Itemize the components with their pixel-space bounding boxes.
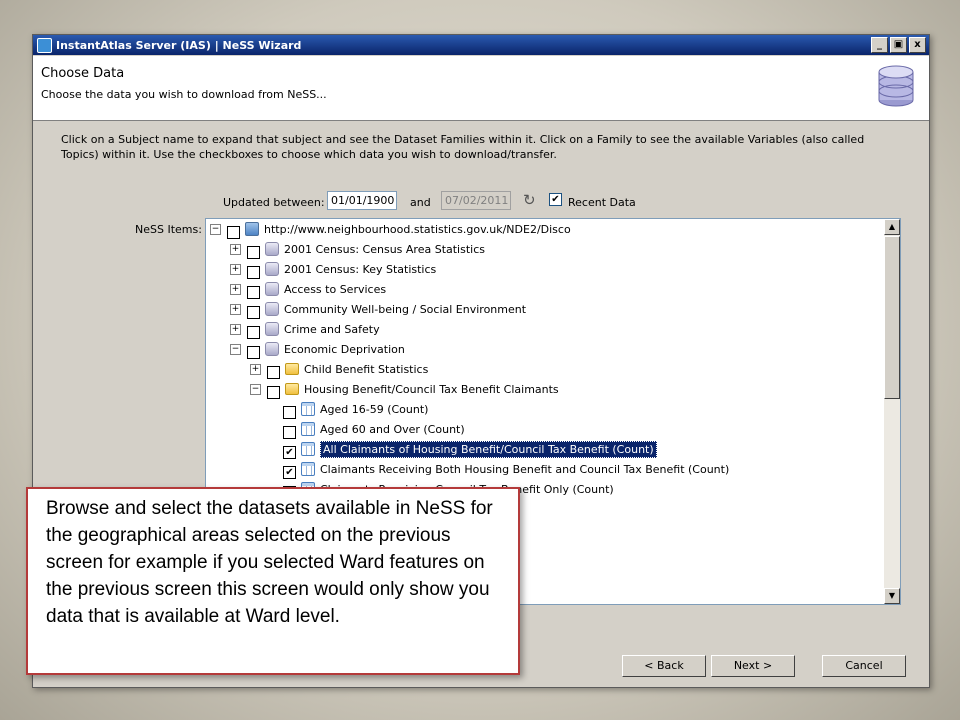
collapse-icon[interactable]: −: [210, 223, 221, 235]
tree-item-label[interactable]: Housing Benefit/Council Tax Benefit Clai…: [304, 383, 559, 396]
recent-data-checkbox[interactable]: ✔: [549, 193, 562, 206]
tree-item-label[interactable]: Claimants Receiving Both Housing Benefit…: [320, 463, 729, 476]
database-icon: [878, 65, 914, 107]
tree-scrollbar[interactable]: ▲ ▼: [884, 219, 900, 604]
restore-button[interactable]: ▣: [890, 37, 907, 53]
tree-item-checkbox[interactable]: [267, 385, 280, 399]
globe-icon: [245, 222, 259, 236]
tree-item[interactable]: ✔ Claimants Receiving Both Housing Benefi…: [268, 459, 729, 479]
tree-item[interactable]: − http://www.neighbourhood.statistics.gov…: [210, 219, 571, 239]
collapse-icon[interactable]: −: [230, 343, 241, 355]
cancel-button[interactable]: Cancel: [822, 655, 906, 677]
date-from-input[interactable]: 01/01/1900: [327, 191, 397, 210]
scroll-up-button[interactable]: ▲: [884, 219, 900, 235]
table-icon: [301, 442, 315, 456]
tree-item-label[interactable]: Aged 60 and Over (Count): [320, 423, 465, 436]
expand-icon[interactable]: +: [230, 243, 241, 255]
tree-item[interactable]: + Community Well-being / Social Environme…: [230, 299, 526, 319]
tree-item-label[interactable]: 2001 Census: Key Statistics: [284, 263, 436, 276]
next-button[interactable]: Next >: [711, 655, 795, 677]
page-subtitle: Choose the data you wish to download fro…: [41, 88, 327, 101]
tree-item-checkbox[interactable]: [247, 245, 260, 259]
db-icon: [265, 262, 279, 276]
expand-icon[interactable]: +: [230, 303, 241, 315]
tree-item[interactable]: + Child Benefit Statistics: [250, 359, 428, 379]
tree-item-checkbox[interactable]: [247, 345, 260, 359]
ness-items-label: NeSS Items:: [135, 223, 202, 236]
recent-data-label: Recent Data: [568, 196, 636, 209]
tree-item-label[interactable]: Access to Services: [284, 283, 386, 296]
table-icon: [301, 422, 315, 436]
tree-item[interactable]: − Housing Benefit/Council Tax Benefit Cla…: [250, 379, 559, 399]
tree-item-checkbox[interactable]: ✔: [283, 465, 296, 479]
tree-item[interactable]: +2001 Census: Key Statistics: [230, 259, 436, 279]
tree-item[interactable]: +2001 Census: Census Area Statistics: [230, 239, 485, 259]
db-icon: [265, 322, 279, 336]
folder-icon: [285, 383, 299, 395]
tree-item-label[interactable]: Crime and Safety: [284, 323, 380, 336]
expand-icon[interactable]: +: [250, 363, 261, 375]
info-callout: Browse and select the datasets available…: [26, 487, 520, 675]
minimize-button[interactable]: _: [871, 37, 888, 53]
tree-item-label[interactable]: Aged 16-59 (Count): [320, 403, 428, 416]
wizard-header: Choose Data Choose the data you wish to …: [33, 56, 929, 121]
tree-item[interactable]: + Access to Services: [230, 279, 386, 299]
tree-item[interactable]: Aged 60 and Over (Count): [268, 419, 465, 439]
tree-item-checkbox[interactable]: [247, 325, 260, 339]
tree-item[interactable]: ✔ All Claimants of Housing Benefit/Counci…: [268, 439, 657, 459]
expand-icon[interactable]: +: [230, 263, 241, 275]
tree-item-checkbox[interactable]: [247, 285, 260, 299]
tree-item-checkbox[interactable]: [283, 425, 296, 439]
expand-icon[interactable]: +: [230, 323, 241, 335]
tree-item-checkbox[interactable]: [247, 265, 260, 279]
tree-item-label[interactable]: http://www.neighbourhood.statistics.gov.…: [264, 223, 571, 236]
db-icon: [265, 302, 279, 316]
tree-item-label[interactable]: Economic Deprivation: [284, 343, 405, 356]
tree-item-label[interactable]: Child Benefit Statistics: [304, 363, 428, 376]
and-label: and: [410, 196, 431, 209]
date-to-input[interactable]: 07/02/2011: [441, 191, 511, 210]
db-icon: [265, 242, 279, 256]
tree-item-label[interactable]: All Claimants of Housing Benefit/Council…: [320, 440, 657, 458]
close-button[interactable]: x: [909, 37, 926, 53]
updated-between-label: Updated between:: [223, 196, 325, 209]
scroll-thumb[interactable]: [884, 236, 900, 399]
window-title: InstantAtlas Server (IAS) | NeSS Wizard: [56, 38, 302, 52]
tree-item-checkbox[interactable]: [267, 365, 280, 379]
table-icon: [301, 462, 315, 476]
expand-icon[interactable]: +: [230, 283, 241, 295]
app-icon: [37, 37, 52, 53]
back-button[interactable]: < Back: [622, 655, 706, 677]
tree-item-checkbox[interactable]: [227, 225, 240, 239]
collapse-icon[interactable]: −: [250, 383, 261, 395]
db-icon: [265, 282, 279, 296]
tree-item-checkbox[interactable]: [283, 405, 296, 419]
tree-item[interactable]: Aged 16-59 (Count): [268, 399, 428, 419]
instructions-text: Click on a Subject name to expand that s…: [61, 133, 865, 161]
db-icon: [265, 342, 279, 356]
tree-item[interactable]: − Economic Deprivation: [230, 339, 405, 359]
scroll-down-button[interactable]: ▼: [884, 588, 900, 604]
refresh-icon[interactable]: ↻: [523, 192, 539, 208]
tree-item-label[interactable]: Community Well-being / Social Environmen…: [284, 303, 526, 316]
tree-item-checkbox[interactable]: [247, 305, 260, 319]
table-icon: [301, 402, 315, 416]
tree-item-checkbox[interactable]: ✔: [283, 445, 296, 459]
tree-item-label[interactable]: 2001 Census: Census Area Statistics: [284, 243, 485, 256]
title-bar: InstantAtlas Server (IAS) | NeSS Wizard …: [33, 35, 929, 55]
folder-icon: [285, 363, 299, 375]
tree-item[interactable]: + Crime and Safety: [230, 319, 380, 339]
page-title: Choose Data: [41, 66, 125, 81]
